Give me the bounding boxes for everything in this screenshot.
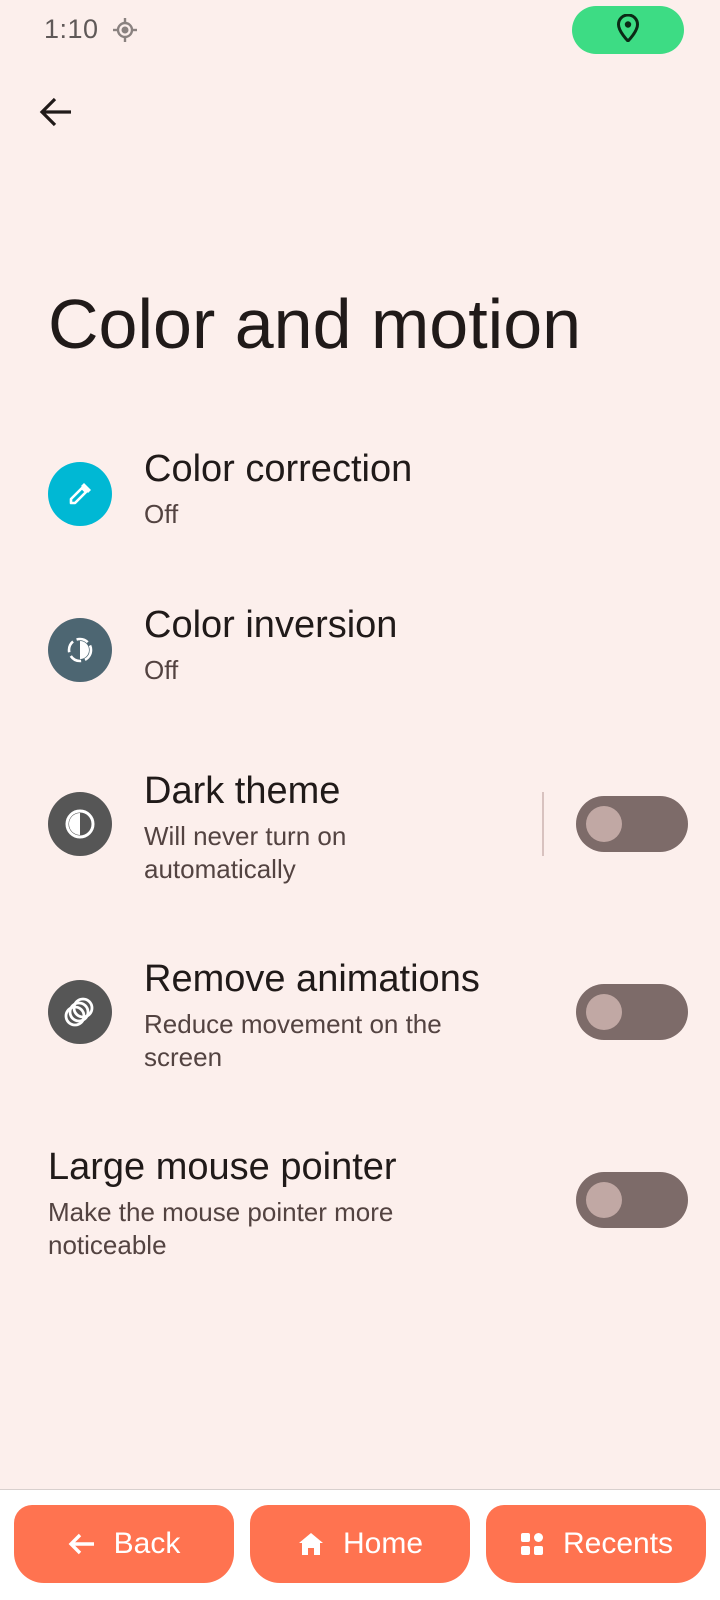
location-indicator[interactable] <box>572 6 684 54</box>
arrow-left-icon <box>68 1532 96 1556</box>
animation-icon <box>48 980 112 1044</box>
pref-summary: Will never turn on automatically <box>144 821 347 884</box>
status-time: 1:10 <box>44 14 99 44</box>
pref-title: Large mouse pointer <box>48 1146 397 1188</box>
eyedropper-icon <box>48 462 112 526</box>
nav-recents-button[interactable]: Recents <box>486 1505 706 1583</box>
dark-theme-toggle[interactable] <box>576 796 688 852</box>
remove-animations-toggle[interactable] <box>576 984 688 1040</box>
pref-dark-theme[interactable]: Dark theme Will never turn on automatica… <box>0 764 720 894</box>
pref-summary: Make the mouse pointer more noticeable <box>48 1197 394 1260</box>
color-inversion-icon <box>48 618 112 682</box>
nav-home-button[interactable]: Home <box>250 1505 470 1583</box>
home-icon <box>297 1531 325 1557</box>
navigation-bar: Back Home Recents <box>0 1490 720 1600</box>
pref-color-correction[interactable]: Color correction Off <box>0 440 720 550</box>
pref-color-inversion[interactable]: Color inversion Off <box>0 596 720 706</box>
nav-back-label: Back <box>113 1527 181 1560</box>
pref-large-mouse-pointer[interactable]: Large mouse pointer Make the mouse point… <box>0 1140 720 1270</box>
location-pin-icon <box>616 12 640 47</box>
toggle-thumb <box>586 806 622 842</box>
toggle-thumb <box>586 994 622 1030</box>
page-title: Color and motion <box>48 285 582 363</box>
large-mouse-pointer-toggle[interactable] <box>576 1172 688 1228</box>
pref-summary: Reduce movement on the screen <box>144 1009 442 1072</box>
contrast-icon <box>48 792 112 856</box>
pref-remove-animations[interactable]: Remove animations Reduce movement on the… <box>0 952 720 1082</box>
pref-summary: Off <box>144 655 179 685</box>
toggle-thumb <box>586 1182 622 1218</box>
pref-title: Color inversion <box>144 604 398 646</box>
back-button[interactable] <box>30 88 82 140</box>
nav-recents-label: Recents <box>562 1527 674 1560</box>
recents-icon <box>519 1531 545 1557</box>
nav-back-button[interactable]: Back <box>14 1505 234 1583</box>
pref-title: Dark theme <box>144 770 341 812</box>
status-bar: 1:10 <box>0 0 720 60</box>
location-crosshair-icon <box>112 17 138 43</box>
divider <box>542 792 544 856</box>
arrow-left-icon <box>38 94 74 135</box>
nav-home-label: Home <box>342 1527 424 1560</box>
pref-title: Color correction <box>144 448 413 490</box>
pref-title: Remove animations <box>144 958 480 1000</box>
pref-summary: Off <box>144 499 179 529</box>
